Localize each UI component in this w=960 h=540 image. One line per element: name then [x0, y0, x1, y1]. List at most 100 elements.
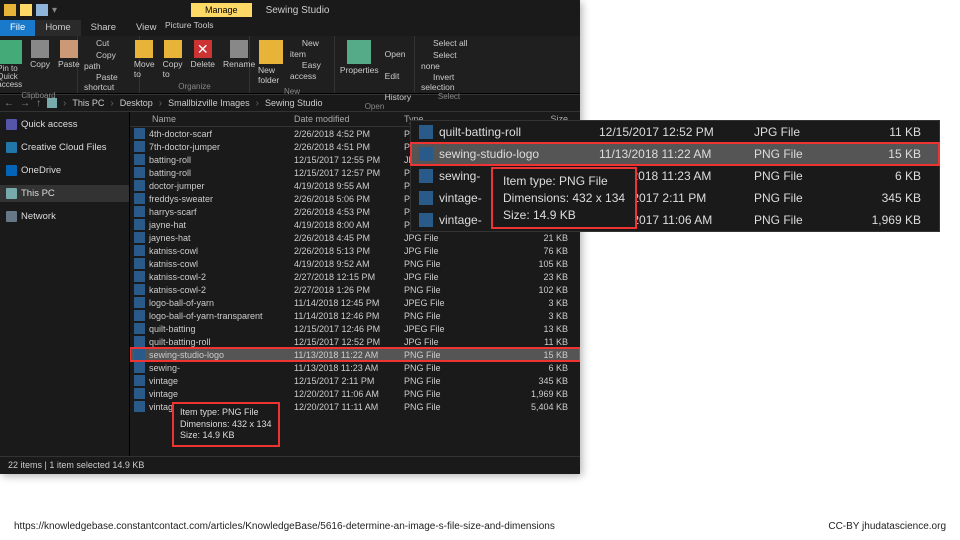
menubar: File Home Share View	[0, 20, 580, 36]
file-icon	[134, 180, 145, 191]
zoom-callout: quilt-batting-roll12/15/2017 12:52 PMJPG…	[410, 120, 940, 232]
source-url: https://knowledgebase.constantcontact.co…	[14, 521, 555, 532]
edit-button[interactable]: Edit	[385, 60, 411, 81]
open-button[interactable]: Open	[385, 38, 411, 59]
paste-shortcut-button[interactable]: Paste shortcut	[84, 72, 133, 93]
file-icon	[134, 245, 145, 256]
file-icon	[134, 362, 145, 373]
file-row[interactable]: quilt-batting12/15/2017 12:46 PMJPEG Fil…	[130, 322, 580, 335]
file-row[interactable]: logo-ball-of-yarn-transparent11/14/2018 …	[130, 309, 580, 322]
ribbon: Pin to Quick access Copy Paste Clipboard…	[0, 36, 580, 94]
file-row[interactable]: quilt-batting-roll12/15/2017 12:52 PMJPG…	[130, 335, 580, 348]
breadcrumb[interactable]: Desktop	[120, 98, 153, 108]
file-icon	[419, 169, 433, 183]
tree-network[interactable]: Network	[0, 208, 129, 225]
home-tab[interactable]: Home	[35, 20, 80, 36]
copy-to-button[interactable]: Copy to	[161, 38, 185, 81]
open-group-label: Open	[365, 102, 385, 111]
address-bar[interactable]: ← → ↑ › This PC › Desktop › Smallbizvill…	[0, 94, 580, 112]
share-tab[interactable]: Share	[81, 20, 126, 36]
col-name[interactable]: Name	[134, 114, 294, 124]
zoom-file-row[interactable]: sewing-studio-logo11/13/2018 11:22 AMPNG…	[411, 143, 939, 165]
network-icon	[6, 211, 17, 222]
file-icon	[134, 284, 145, 295]
tree-creative-cloud[interactable]: Creative Cloud Files	[0, 139, 129, 156]
star-icon	[6, 119, 17, 130]
file-icon	[134, 297, 145, 308]
zoom-file-row[interactable]: quilt-batting-roll12/15/2017 12:52 PMJPG…	[411, 121, 939, 143]
file-row[interactable]: sewing-studio-logo11/13/2018 11:22 AMPNG…	[130, 348, 580, 361]
file-row[interactable]: sewing-11/13/2018 11:23 AMPNG File6 KB	[130, 361, 580, 374]
file-icon	[134, 154, 145, 165]
file-icon	[134, 193, 145, 204]
view-tab[interactable]: View	[126, 20, 166, 36]
file-row[interactable]: katniss-cowl-22/27/2018 1:26 PMPNG File1…	[130, 283, 580, 296]
new-item-button[interactable]: New item	[290, 38, 328, 59]
pc-icon	[6, 188, 17, 199]
pc-icon	[47, 98, 57, 108]
select-all-button[interactable]: Select all	[421, 38, 477, 49]
file-row[interactable]: jaynes-hat2/26/2018 4:45 PMJPG File21 KB	[130, 231, 580, 244]
breadcrumb[interactable]: Smallbizville Images	[168, 98, 250, 108]
file-icon	[134, 388, 145, 399]
select-group-label: Select	[438, 92, 460, 101]
file-icon	[134, 128, 145, 139]
col-date[interactable]: Date modified	[294, 114, 404, 124]
file-icon	[419, 191, 433, 205]
manage-tab[interactable]: Manage	[191, 3, 252, 17]
file-row[interactable]: katniss-cowl2/26/2018 5:13 PMJPG File76 …	[130, 244, 580, 257]
file-icon	[134, 323, 145, 334]
cut-button[interactable]: Cut	[84, 38, 133, 49]
file-row[interactable]: vintage12/15/2017 2:11 PMPNG File345 KB	[130, 374, 580, 387]
file-row[interactable]: katniss-cowl4/19/2018 9:52 AMPNG File105…	[130, 257, 580, 270]
breadcrumb[interactable]: This PC	[72, 98, 104, 108]
file-icon	[134, 271, 145, 282]
file-icon	[134, 219, 145, 230]
file-icon	[134, 141, 145, 152]
file-tab[interactable]: File	[0, 20, 35, 36]
forward-button[interactable]: →	[20, 98, 30, 109]
select-none-button[interactable]: Select none	[421, 50, 477, 71]
move-to-button[interactable]: Move to	[132, 38, 157, 81]
tree-quick-access[interactable]: Quick access	[0, 116, 129, 133]
copy-button[interactable]: Copy	[28, 38, 52, 71]
file-row[interactable]: vintage12/20/2017 11:06 AMPNG File1,969 …	[130, 387, 580, 400]
tree-onedrive[interactable]: OneDrive	[0, 162, 129, 179]
file-tooltip: Item type: PNG File Dimensions: 432 x 13…	[172, 402, 280, 447]
breadcrumb[interactable]: Sewing Studio	[265, 98, 323, 108]
file-icon	[134, 232, 145, 243]
file-icon	[134, 375, 145, 386]
file-icon	[419, 125, 433, 139]
history-button[interactable]: History	[385, 82, 411, 103]
file-icon	[134, 349, 145, 360]
new-folder-button[interactable]: New folder	[256, 38, 286, 87]
footer: https://knowledgebase.constantcontact.co…	[0, 521, 960, 532]
organize-group-label: Organize	[178, 82, 210, 91]
file-row[interactable]: logo-ball-of-yarn11/14/2018 12:45 PMJPEG…	[130, 296, 580, 309]
zoom-tooltip: Item type: PNG File Dimensions: 432 x 13…	[491, 167, 637, 229]
folder-icon	[4, 4, 16, 16]
credit-text: CC-BY jhudatascience.org	[828, 521, 946, 532]
folder-icon	[36, 4, 48, 16]
picture-tools-label: Picture Tools	[165, 20, 214, 30]
window-title: Sewing Studio	[266, 5, 330, 16]
tree-this-pc[interactable]: This PC	[0, 185, 129, 202]
file-row[interactable]: katniss-cowl-22/27/2018 12:15 PMJPG File…	[130, 270, 580, 283]
copy-path-button[interactable]: Copy path	[84, 50, 133, 71]
file-icon	[134, 206, 145, 217]
properties-button[interactable]: Properties	[338, 38, 381, 77]
easy-access-button[interactable]: Easy access	[290, 60, 328, 81]
onedrive-icon	[6, 165, 17, 176]
new-group-label: New	[284, 87, 300, 96]
up-button[interactable]: ↑	[36, 98, 41, 109]
pin-quick-access-button[interactable]: Pin to Quick access	[0, 38, 24, 91]
file-icon	[419, 147, 433, 161]
file-icon	[134, 310, 145, 321]
invert-selection-button[interactable]: Invert selection	[421, 72, 477, 93]
delete-button[interactable]: ✕Delete	[188, 38, 217, 71]
file-icon	[134, 167, 145, 178]
titlebar: ▾ Picture Tools Manage Sewing Studio	[0, 0, 580, 20]
file-explorer-window: ▾ Picture Tools Manage Sewing Studio Fil…	[0, 0, 580, 474]
back-button[interactable]: ←	[4, 98, 14, 109]
file-icon	[134, 336, 145, 347]
